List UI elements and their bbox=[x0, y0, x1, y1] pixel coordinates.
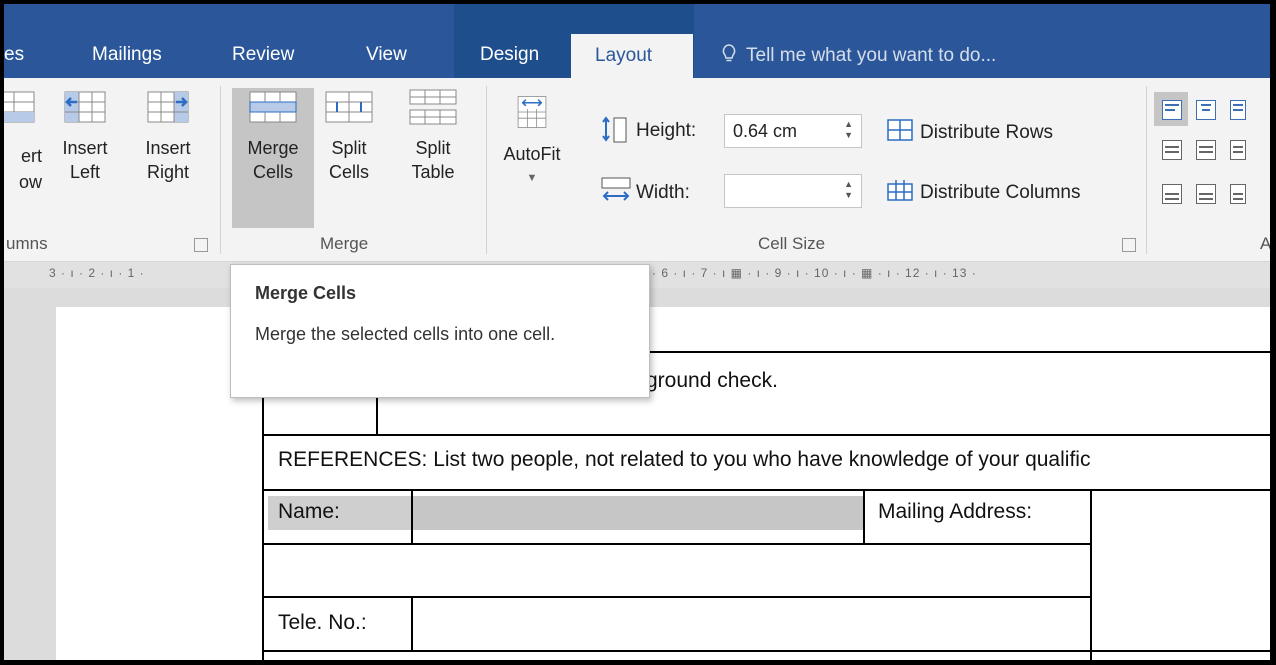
merge-group-label: Merge bbox=[320, 234, 369, 253]
align-top-left-icon[interactable] bbox=[1162, 100, 1182, 120]
autofit-button[interactable]: AutoFit ▼ bbox=[492, 92, 572, 190]
insert-below-label-1: ert bbox=[20, 146, 42, 166]
width-label: Width: bbox=[636, 182, 690, 203]
tell-me-text: Tell me what you want to do... bbox=[746, 45, 997, 66]
cell-size-launcher-icon[interactable] bbox=[1122, 238, 1136, 252]
insert-left-button[interactable]: Insert Left bbox=[58, 88, 112, 184]
height-label: Height: bbox=[636, 120, 697, 141]
align-top-right-icon[interactable] bbox=[1230, 100, 1246, 120]
align-bottom-right-icon[interactable] bbox=[1230, 184, 1246, 204]
rows-columns-group-label: umns bbox=[6, 234, 48, 253]
split-cells-label-1: Split bbox=[331, 138, 367, 158]
align-bottom-center-icon[interactable] bbox=[1196, 184, 1216, 204]
distribute-rows-icon bbox=[887, 119, 913, 141]
tooltip-title: Merge Cells bbox=[255, 283, 357, 303]
insert-right-button[interactable]: Insert Right bbox=[138, 88, 198, 184]
autofit-icon bbox=[517, 96, 547, 128]
insert-right-label-2: Right bbox=[146, 162, 190, 182]
row-height-icon bbox=[602, 116, 627, 143]
autofit-dropdown-arrow-icon: ▼ bbox=[526, 172, 538, 184]
distribute-rows-label: Distribute Rows bbox=[920, 122, 1054, 143]
group-divider bbox=[486, 86, 487, 254]
tab-layout-label: Layout bbox=[595, 45, 653, 66]
split-table-label-1: Split bbox=[415, 138, 451, 158]
tab-design[interactable]: Design bbox=[480, 44, 539, 66]
row-height-field[interactable]: 0.64 cm ▲ ▼ bbox=[724, 114, 862, 148]
insert-left-label-2: Left bbox=[69, 162, 101, 182]
split-table-button[interactable]: Split Table bbox=[400, 88, 466, 184]
split-cells-button[interactable]: Split Cells bbox=[318, 88, 380, 184]
merge-cells-button[interactable]: Merge Cells bbox=[234, 88, 312, 184]
ribbon: ert ow Insert Left Insert Right umns Mer… bbox=[4, 78, 1270, 262]
background-check-text: ground check. bbox=[646, 369, 778, 392]
align-center-right-icon[interactable] bbox=[1230, 140, 1246, 160]
column-width-field[interactable]: ▲ ▼ bbox=[724, 174, 862, 208]
alignment-group-label-partial: A bbox=[1260, 234, 1270, 253]
align-top-center-icon[interactable] bbox=[1196, 100, 1216, 120]
name-value-cell-selected[interactable] bbox=[413, 496, 863, 530]
distribute-columns-button[interactable]: Distribute Columns bbox=[886, 178, 1081, 204]
split-table-icon bbox=[409, 89, 457, 125]
insert-below-icon bbox=[4, 91, 35, 123]
tab-review[interactable]: Review bbox=[232, 44, 294, 66]
tab-mailings[interactable]: Mailings bbox=[92, 44, 162, 66]
tell-me-box[interactable]: Tell me what you want to do... bbox=[722, 44, 996, 67]
table-row-border bbox=[262, 489, 1270, 491]
split-table-label-2: Table bbox=[411, 162, 455, 182]
merge-cells-icon bbox=[249, 91, 297, 123]
autofit-label: AutoFit bbox=[503, 144, 561, 164]
mailing-address-label: Mailing Address: bbox=[878, 500, 1033, 523]
column-width-spinner[interactable]: ▲ ▼ bbox=[844, 179, 853, 201]
column-width-icon bbox=[601, 177, 631, 201]
word-window: es Mailings Review View Design Layout Te… bbox=[4, 4, 1270, 660]
align-center-icon[interactable] bbox=[1196, 140, 1216, 160]
tab-references-partial[interactable]: es bbox=[4, 44, 24, 66]
ribbon-tab-bar: es Mailings Review View Design Layout Te… bbox=[4, 4, 1270, 78]
table-row-border bbox=[262, 650, 1270, 652]
tele-label: Tele. No.: bbox=[278, 611, 367, 634]
merge-cells-tooltip: Merge Cells Merge the selected cells int… bbox=[230, 264, 650, 398]
row-height-spinner[interactable]: ▲ ▼ bbox=[844, 119, 853, 141]
rows-columns-launcher-icon[interactable] bbox=[194, 238, 208, 252]
distribute-columns-label: Distribute Columns bbox=[920, 182, 1081, 203]
ruler-right-marks: 5 · ı · 6 · ı · 7 · ı ▦ · ı · 9 · ı · 10… bbox=[622, 266, 977, 280]
group-divider bbox=[220, 86, 221, 254]
table-column-border bbox=[1090, 489, 1092, 660]
insert-below-button[interactable]: ert ow bbox=[4, 88, 44, 192]
split-cells-icon bbox=[325, 91, 373, 123]
insert-left-label-1: Insert bbox=[62, 138, 108, 158]
tab-view[interactable]: View bbox=[366, 44, 407, 66]
align-bottom-left-icon[interactable] bbox=[1162, 184, 1182, 204]
insert-right-icon bbox=[147, 91, 189, 123]
insert-left-icon bbox=[64, 91, 106, 123]
merge-cells-label-2: Cells bbox=[252, 162, 293, 182]
table-row-border bbox=[262, 434, 1270, 436]
table-column-border bbox=[863, 489, 865, 545]
table-column-border bbox=[411, 489, 413, 545]
cell-size-group-label: Cell Size bbox=[758, 234, 826, 253]
split-cells-label-2: Cells bbox=[328, 162, 369, 182]
references-text: REFERENCES: List two people, not related… bbox=[278, 448, 1091, 471]
merge-cells-label-1: Merge bbox=[247, 138, 299, 158]
distribute-rows-button[interactable]: Distribute Rows bbox=[886, 118, 1053, 144]
insert-below-label-2: ow bbox=[18, 172, 42, 192]
table-row-border bbox=[262, 596, 1092, 598]
tooltip-description: Merge the selected cells into one cell. bbox=[255, 324, 556, 344]
name-label: Name: bbox=[278, 500, 340, 523]
tab-layout[interactable]: Layout bbox=[571, 34, 693, 78]
table-row-border bbox=[262, 543, 1092, 545]
ruler-left-marks: 3 · ı · 2 · ı · 1 · bbox=[49, 266, 145, 280]
insert-right-label-1: Insert bbox=[145, 138, 191, 158]
distribute-columns-icon bbox=[887, 180, 913, 201]
lightbulb-icon bbox=[722, 44, 736, 62]
row-height-value: 0.64 cm bbox=[733, 121, 798, 141]
align-center-left-icon[interactable] bbox=[1162, 140, 1182, 160]
table-column-border bbox=[411, 596, 413, 652]
group-divider bbox=[1146, 86, 1147, 254]
